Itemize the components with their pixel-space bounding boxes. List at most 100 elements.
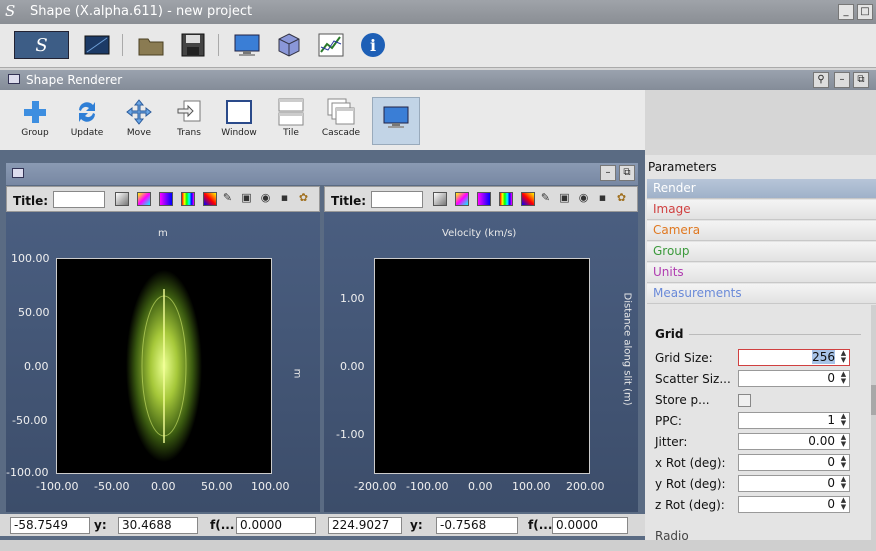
plot2-title-input[interactable]: [371, 191, 423, 208]
plot1-render-image: [126, 270, 202, 462]
plot1-y-readout: 30.4688: [118, 517, 198, 534]
section-render[interactable]: Render: [647, 179, 876, 199]
render-button[interactable]: [82, 31, 112, 59]
eye-icon[interactable]: ◉: [576, 191, 591, 207]
magenta-colormap-icon[interactable]: [477, 192, 491, 206]
section-units-label: Units: [653, 265, 684, 279]
params-scrollbar[interactable]: [871, 305, 876, 551]
scatter-size-spinner[interactable]: ▲ ▼: [838, 371, 849, 386]
ppc-spinner[interactable]: ▲ ▼: [838, 413, 849, 428]
grayscale-colormap-icon[interactable]: [115, 192, 129, 206]
folder-open-icon: [138, 38, 164, 56]
params-scrollbar-thumb[interactable]: [871, 385, 876, 415]
graph-button[interactable]: [316, 31, 346, 59]
frame-minimize-button[interactable]: –: [600, 165, 616, 181]
graph-icon: [318, 33, 344, 57]
section-camera[interactable]: Camera: [647, 221, 876, 241]
tile-tool[interactable]: Tile: [266, 96, 316, 148]
image-icon[interactable]: ▣: [557, 191, 572, 207]
cascade-tool[interactable]: Cascade: [316, 96, 366, 148]
save-icon: [181, 33, 205, 57]
open-button[interactable]: [136, 31, 166, 59]
plot2-panel: Velocity (km/s) Distance along slit (m) …: [324, 212, 638, 512]
plot1-top-label: m: [158, 228, 168, 239]
eye-icon[interactable]: ◉: [258, 191, 273, 207]
renderer-minimize-button[interactable]: –: [834, 72, 850, 88]
jitter-input[interactable]: 0.00 ▲ ▼: [738, 433, 850, 450]
group-tool[interactable]: Group: [10, 96, 60, 148]
shape-logo-button[interactable]: S: [14, 31, 69, 59]
plot1-title-input[interactable]: [53, 191, 105, 208]
trans-tool[interactable]: Trans: [164, 96, 214, 148]
grayscale-colormap-icon[interactable]: [433, 192, 447, 206]
title-bar: S Shape (X.alpha.611) - new project _ □: [0, 0, 876, 24]
heat-colormap-icon[interactable]: [521, 192, 535, 206]
z-rot-spinner[interactable]: ▲ ▼: [838, 497, 849, 512]
renderer-restore-button[interactable]: ⧉: [853, 72, 869, 88]
magenta-colormap-icon[interactable]: [159, 192, 173, 206]
plot1-xtick: -50.00: [94, 480, 130, 493]
update-tool-label: Update: [70, 128, 104, 138]
plot1-panel: m m 100.00 50.00 0.00 -50.00 -100.00 -10…: [6, 212, 320, 512]
plot1-f-label: f(...: [210, 518, 235, 532]
grid-size-input[interactable]: 256 ▲ ▼: [738, 349, 850, 366]
plots-frame-header: – ⧉: [6, 163, 638, 185]
save-button[interactable]: [178, 31, 208, 59]
y-rot-label: y Rot (deg):: [655, 477, 726, 491]
section-image[interactable]: Image: [647, 200, 876, 220]
plot2-ytick: -1.00: [336, 428, 365, 441]
save-icon[interactable]: ▪: [277, 191, 292, 207]
move-tool[interactable]: Move: [114, 96, 164, 148]
pastel-colormap-icon[interactable]: [137, 192, 151, 206]
shape-logo-icon: S: [35, 34, 48, 56]
bottom-bar: [0, 540, 876, 551]
plot1-f-readout: 0.0000: [236, 517, 316, 534]
grid-size-spinner[interactable]: ▲ ▼: [838, 350, 849, 365]
plot2-top-label: Velocity (km/s): [442, 228, 517, 239]
palette-icon[interactable]: ✿: [614, 191, 629, 207]
plot2-y-readout: -0.7568: [436, 517, 518, 534]
heat-colormap-icon[interactable]: [203, 192, 217, 206]
pastel-colormap-icon[interactable]: [455, 192, 469, 206]
scatter-size-input[interactable]: 0 ▲ ▼: [738, 370, 850, 387]
plot2-canvas[interactable]: [374, 258, 590, 474]
x-rot-spinner[interactable]: ▲ ▼: [838, 455, 849, 470]
x-rot-input[interactable]: 0 ▲ ▼: [738, 454, 850, 471]
section-measurements[interactable]: Measurements: [647, 284, 876, 304]
renderer-title: Shape Renderer: [26, 73, 123, 87]
info-button[interactable]: i: [358, 31, 388, 59]
palette-icon[interactable]: ✿: [296, 191, 311, 207]
monitor-button[interactable]: [232, 31, 262, 59]
rainbow-colormap-icon[interactable]: [181, 192, 195, 206]
plot1-ytick: 0.00: [24, 360, 49, 373]
image-icon[interactable]: ▣: [239, 191, 254, 207]
plot2-y-label: y:: [410, 518, 423, 532]
plot2-x-readout: 224.9027: [328, 517, 402, 534]
cube-button[interactable]: [274, 31, 304, 59]
plot2-xtick: -100.00: [406, 480, 449, 493]
y-rot-spinner[interactable]: ▲ ▼: [838, 476, 849, 491]
store-p-checkbox[interactable]: [738, 394, 751, 407]
pencil-icon[interactable]: ✎: [220, 191, 235, 207]
jitter-spinner[interactable]: ▲ ▼: [838, 434, 849, 449]
save-icon[interactable]: ▪: [595, 191, 610, 207]
plot2-xtick: 0.00: [468, 480, 493, 493]
ppc-input[interactable]: 1 ▲ ▼: [738, 412, 850, 429]
monitor-tool[interactable]: [372, 97, 420, 145]
update-tool[interactable]: Update: [62, 96, 112, 148]
maximize-button[interactable]: □: [857, 4, 873, 20]
z-rot-input[interactable]: 0 ▲ ▼: [738, 496, 850, 513]
pin-button[interactable]: ⚲: [813, 72, 829, 88]
section-measurements-label: Measurements: [653, 286, 742, 300]
frame-restore-button[interactable]: ⧉: [619, 165, 635, 181]
plot1-canvas[interactable]: [56, 258, 272, 474]
rainbow-colormap-icon[interactable]: [499, 192, 513, 206]
pencil-icon[interactable]: ✎: [538, 191, 553, 207]
window-tool[interactable]: Window: [214, 96, 264, 148]
section-units[interactable]: Units: [647, 263, 876, 283]
minimize-button[interactable]: _: [838, 4, 854, 20]
section-group[interactable]: Group: [647, 242, 876, 262]
tile-icon: [278, 98, 304, 126]
ppc-value: 1: [827, 413, 835, 427]
y-rot-input[interactable]: 0 ▲ ▼: [738, 475, 850, 492]
